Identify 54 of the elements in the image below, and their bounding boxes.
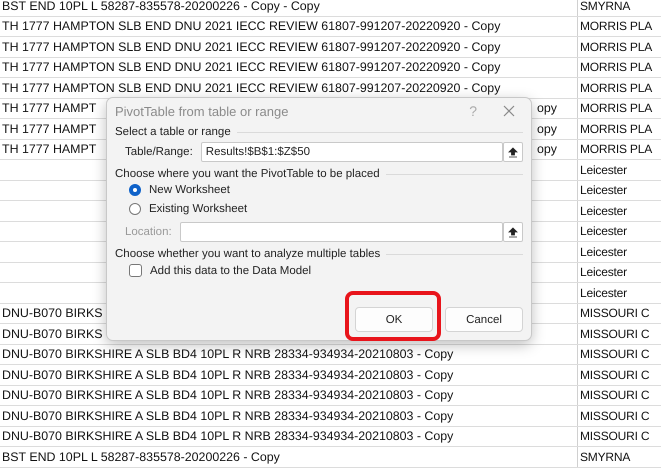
field-label: Location: (125, 226, 172, 238)
section-label: Choose whether you want to analyze multiple tables (115, 248, 380, 260)
up-arrow-icon (508, 226, 518, 238)
table-cell: TH 1777 HAMPTON SLB END DNU 2021 IECC REVIEW 61807-991207-20220920 - Copy (0, 37, 578, 56)
table-cell: DNU-B070 BIRKSHIRE A SLB BD4 10PL R NRB 28334-934934-20210803 - Copy (0, 386, 578, 405)
table-cell-text: MORRIS PLA (579, 120, 654, 138)
close-icon[interactable] (503, 105, 515, 117)
dialog-button[interactable]: Cancel (445, 307, 523, 332)
table-cell-text: MORRIS PLA (579, 80, 654, 97)
collapse-button[interactable] (503, 222, 523, 242)
field-label: Table/Range: (125, 146, 193, 158)
table-cell-text: Leicester (579, 244, 628, 261)
table-cell-text: MORRIS PLA (579, 59, 654, 76)
table-cell: DNU-B070 BIRKSHIRE A SLB BD4 10PL R NRB 28334-934934-20210803 - Copy (0, 344, 578, 364)
table-cell-text: MISSOURI C (579, 428, 650, 446)
table-cell-text: MISSOURI C (579, 326, 650, 343)
table-cell-text: Leicester (579, 162, 628, 179)
table-cell-text: Leicester (579, 264, 628, 282)
range-field[interactable]: Results!$B$1:$Z$50 (200, 142, 503, 162)
table-cell: TH 1777 HAMPTON SLB END DNU 2021 IECC REVIEW 61807-991207-20220920 - Copy (0, 58, 578, 77)
dialog-title: PivotTable from table or range (115, 104, 290, 118)
radio-button[interactable] (129, 203, 141, 215)
table-cell: DNU-B070 BIRKSHIRE A SLB BD4 10PL R NRB 28334-934934-20210803 - Copy (0, 406, 578, 426)
table-cell-text: Leicester (579, 182, 628, 200)
table-cell-text: MISSOURI C (579, 346, 650, 364)
table-cell-text: Leicester (579, 202, 628, 220)
table-cell-text: MORRIS PLA (579, 38, 654, 56)
table-cell: BST END 10PL L 58287-835578-20200226 - Copy - Copy (0, 0, 578, 16)
location-field[interactable] (180, 222, 503, 242)
table-cell: TH 1777 HAMPTON SLB END DNU 2021 IECC REVIEW 61807-991207-20220920 - Copy (0, 16, 578, 36)
collapse-button[interactable] (503, 142, 523, 162)
table-cell: DNU-B070 BIRKSHIRE A SLB BD4 10PL R NRB 28334-934934-20210803 - Copy (0, 365, 578, 384)
table-cell-text: Leicester (579, 284, 628, 302)
section-label: Choose where you want the PivotTable to be placed (115, 168, 380, 180)
checkbox[interactable] (129, 264, 142, 277)
table-cell: DNU-B070 BIRKSHIRE A SLB BD4 10PL R NRB 28334-934934-20210803 - Copy (0, 426, 578, 446)
table-cell-text: MISSOURI C (579, 387, 650, 404)
checkbox-label[interactable]: Add this data to the Data Model (150, 264, 312, 276)
table-cell-text: MISSOURI C (579, 408, 650, 425)
radio-label[interactable]: Existing Worksheet (149, 203, 248, 215)
radio-button[interactable] (129, 184, 141, 196)
up-arrow-icon (508, 146, 518, 158)
table-cell-text: MORRIS PLA (579, 100, 654, 118)
section-label: Select a table or range (115, 126, 231, 138)
table-cell-text: SMYRNA (579, 448, 632, 466)
table-cell: BST END 10PL L 58287-835578-20200226 - Copy (0, 447, 578, 466)
radio-label[interactable]: New Worksheet (149, 184, 230, 196)
table-cell-text: SMYRNA (579, 0, 632, 15)
table-cell-text: MORRIS PLA (579, 141, 654, 158)
table-cell-text: MORRIS PLA (579, 18, 654, 36)
table-cell-text: MISSOURI C (579, 366, 650, 384)
dialog-button[interactable]: OK (355, 307, 433, 332)
table-cell-text: Leicester (579, 223, 628, 240)
table-cell-text: MISSOURI C (579, 305, 650, 322)
